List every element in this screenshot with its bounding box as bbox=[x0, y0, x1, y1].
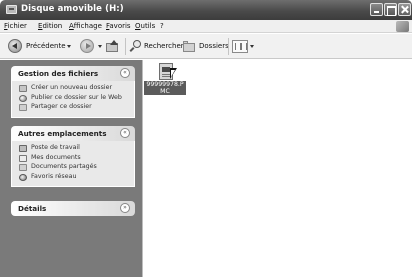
new-folder-icon bbox=[19, 85, 27, 92]
drive-icon bbox=[6, 5, 17, 14]
other-places-list: Poste de travail Mes documents Documents… bbox=[11, 141, 135, 187]
menu-affichage[interactable]: Affichage bbox=[69, 22, 102, 30]
search-button-label[interactable]: Rechercher bbox=[144, 42, 184, 50]
file-tasks-title: Gestion des fichiers bbox=[18, 69, 99, 78]
place-my-computer[interactable]: Poste de travail bbox=[12, 144, 134, 154]
file-tasks-header[interactable]: Gestion des fichiers « bbox=[11, 66, 135, 81]
maximize-button[interactable] bbox=[384, 3, 397, 16]
task-share-folder[interactable]: Partager ce dossier bbox=[12, 103, 134, 113]
task-new-folder[interactable]: Créer un nouveau dossier bbox=[12, 84, 134, 94]
place-label: Favoris réseau bbox=[31, 172, 77, 180]
task-label: Publier ce dossier sur le Web bbox=[31, 93, 122, 101]
task-pane: Gestion des fichiers « Créer un nouveau … bbox=[0, 60, 143, 277]
window-title: Disque amovible (H:) bbox=[21, 4, 124, 14]
menu-edition[interactable]: Edition bbox=[38, 22, 62, 30]
computer-icon bbox=[19, 145, 27, 152]
other-places-title: Autres emplacements bbox=[18, 129, 107, 138]
file-name: 99999978.PMC bbox=[144, 81, 186, 95]
forward-arrow-icon[interactable] bbox=[80, 39, 94, 53]
folders-button-label[interactable]: Dossiers bbox=[199, 42, 229, 50]
menu-favoris[interactable]: Favoris bbox=[106, 22, 131, 30]
mouse-cursor-icon bbox=[170, 68, 177, 79]
place-shared-documents[interactable]: Documents partagés bbox=[12, 163, 134, 173]
search-icon[interactable] bbox=[129, 40, 142, 52]
views-dropdown-icon[interactable] bbox=[250, 45, 254, 48]
details-title: Détails bbox=[18, 204, 47, 213]
file-tasks-list: Créer un nouveau dossier Publier ce doss… bbox=[11, 81, 135, 118]
details-header[interactable]: Détails » bbox=[11, 201, 135, 216]
place-label: Mes documents bbox=[31, 153, 81, 161]
place-network-places[interactable]: Favoris réseau bbox=[12, 173, 134, 183]
collapse-chevron-icon[interactable]: « bbox=[120, 68, 130, 78]
back-button-label[interactable]: Précédente bbox=[26, 42, 66, 50]
other-places-header[interactable]: Autres emplacements « bbox=[11, 126, 135, 141]
details-panel: Détails » bbox=[11, 201, 135, 216]
collapse-chevron-icon[interactable]: « bbox=[120, 128, 130, 138]
place-my-documents[interactable]: Mes documents bbox=[12, 154, 134, 164]
menu-bar: Fichier Edition Affichage Favoris Outils… bbox=[0, 20, 412, 33]
other-places-panel: Autres emplacements « Poste de travail M… bbox=[11, 126, 135, 187]
back-arrow-icon[interactable] bbox=[8, 39, 22, 53]
close-button[interactable] bbox=[398, 3, 411, 16]
network-icon bbox=[19, 173, 27, 181]
windows-logo-icon bbox=[396, 21, 409, 32]
file-list-area[interactable]: 99999978.PMC bbox=[144, 60, 412, 277]
minimize-button[interactable] bbox=[370, 3, 383, 16]
place-label: Documents partagés bbox=[31, 163, 97, 170]
documents-icon bbox=[19, 154, 27, 162]
folder-up-icon[interactable] bbox=[106, 40, 120, 52]
globe-icon bbox=[19, 94, 27, 102]
toolbar-separator bbox=[228, 38, 229, 55]
menu-help[interactable]: ? bbox=[160, 22, 164, 30]
task-label: Partager ce dossier bbox=[31, 103, 92, 110]
expand-chevron-icon[interactable]: » bbox=[120, 203, 130, 213]
place-label: Poste de travail bbox=[31, 144, 80, 151]
menu-outils[interactable]: Outils bbox=[135, 22, 155, 30]
toolbar-separator bbox=[125, 38, 126, 55]
folders-icon[interactable] bbox=[183, 41, 197, 52]
task-publish-web[interactable]: Publier ce dossier sur le Web bbox=[12, 94, 134, 104]
back-dropdown-icon[interactable] bbox=[67, 45, 71, 48]
title-bar[interactable]: Disque amovible (H:) bbox=[0, 0, 412, 20]
toolbar: Précédente Rechercher Dossiers bbox=[0, 34, 412, 59]
menu-fichier[interactable]: Fichier bbox=[4, 22, 27, 30]
task-label: Créer un nouveau dossier bbox=[31, 84, 113, 91]
explorer-window: Disque amovible (H:) Fichier Edition Aff… bbox=[0, 0, 412, 277]
views-icon[interactable] bbox=[232, 40, 248, 53]
share-folder-icon bbox=[19, 104, 27, 111]
forward-dropdown-icon[interactable] bbox=[98, 45, 102, 48]
shared-documents-icon bbox=[19, 164, 27, 171]
file-tasks-panel: Gestion des fichiers « Créer un nouveau … bbox=[11, 66, 135, 118]
